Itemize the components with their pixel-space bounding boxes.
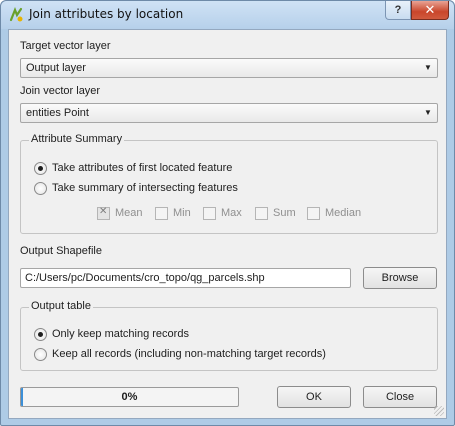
checkbox-box[interactable] bbox=[155, 207, 168, 220]
join-layer-select[interactable]: entities Point ▼ bbox=[20, 103, 438, 123]
checkbox-mean-label: Mean bbox=[115, 207, 143, 219]
radio-button-checked[interactable] bbox=[34, 162, 47, 175]
checkbox-box[interactable] bbox=[203, 207, 216, 220]
checkbox-max-label: Max bbox=[221, 207, 242, 219]
chevron-down-icon: ▼ bbox=[424, 63, 432, 72]
checkbox-min-label: Min bbox=[173, 207, 191, 219]
radio-button[interactable] bbox=[34, 182, 47, 195]
close-button[interactable]: Close bbox=[363, 386, 437, 408]
output-path-value: C:/Users/pc/Documents/cro_topo/qg_parcel… bbox=[25, 272, 265, 284]
checkbox-sum-label: Sum bbox=[273, 207, 296, 219]
chevron-down-icon: ▼ bbox=[424, 108, 432, 117]
join-layer-value: entities Point bbox=[26, 107, 89, 119]
progress-bar: 0% bbox=[20, 387, 239, 407]
join-layer-label: Join vector layer bbox=[20, 85, 101, 97]
title-bar[interactable]: Join attributes by location ? ✕ bbox=[1, 1, 454, 29]
qgis-icon bbox=[9, 7, 23, 22]
window-title: Join attributes by location bbox=[29, 7, 184, 21]
attribute-summary-group: Attribute Summary Take attributes of fir… bbox=[20, 133, 438, 234]
progress-text: 0% bbox=[121, 391, 138, 403]
dialog-window: Join attributes by location ? ✕ Target v… bbox=[0, 0, 455, 426]
ok-button[interactable]: OK bbox=[277, 386, 351, 408]
help-button[interactable]: ? bbox=[385, 1, 411, 20]
output-table-group: Output table Only keep matching records … bbox=[20, 300, 438, 371]
attribute-summary-title: Attribute Summary bbox=[29, 133, 125, 145]
resize-grip[interactable] bbox=[434, 406, 444, 416]
dialog-body: Target vector layer Output layer ▼ Join … bbox=[8, 29, 447, 419]
radio-button[interactable] bbox=[34, 348, 47, 361]
radio-summary-intersecting-label: Take summary of intersecting features bbox=[52, 182, 238, 194]
checkbox-median-label: Median bbox=[325, 207, 362, 219]
checkbox-box[interactable] bbox=[307, 207, 320, 220]
browse-button[interactable]: Browse bbox=[363, 267, 437, 289]
radio-button-checked[interactable] bbox=[34, 328, 47, 341]
target-layer-select[interactable]: Output layer ▼ bbox=[20, 58, 438, 78]
target-layer-label: Target vector layer bbox=[20, 40, 111, 52]
radio-keep-all-label: Keep all records (including non-matching… bbox=[52, 348, 326, 360]
checkbox-box[interactable] bbox=[255, 207, 268, 220]
radio-only-matching-label: Only keep matching records bbox=[52, 328, 189, 340]
output-path-input[interactable]: C:/Users/pc/Documents/cro_topo/qg_parcel… bbox=[20, 268, 351, 288]
output-shapefile-label: Output Shapefile bbox=[20, 245, 102, 257]
checkbox-box-checked[interactable] bbox=[97, 206, 110, 220]
output-table-title: Output table bbox=[29, 300, 93, 312]
target-layer-value: Output layer bbox=[26, 62, 86, 74]
window-close-button[interactable]: ✕ bbox=[411, 1, 449, 20]
radio-first-located-label: Take attributes of first located feature bbox=[52, 162, 233, 174]
